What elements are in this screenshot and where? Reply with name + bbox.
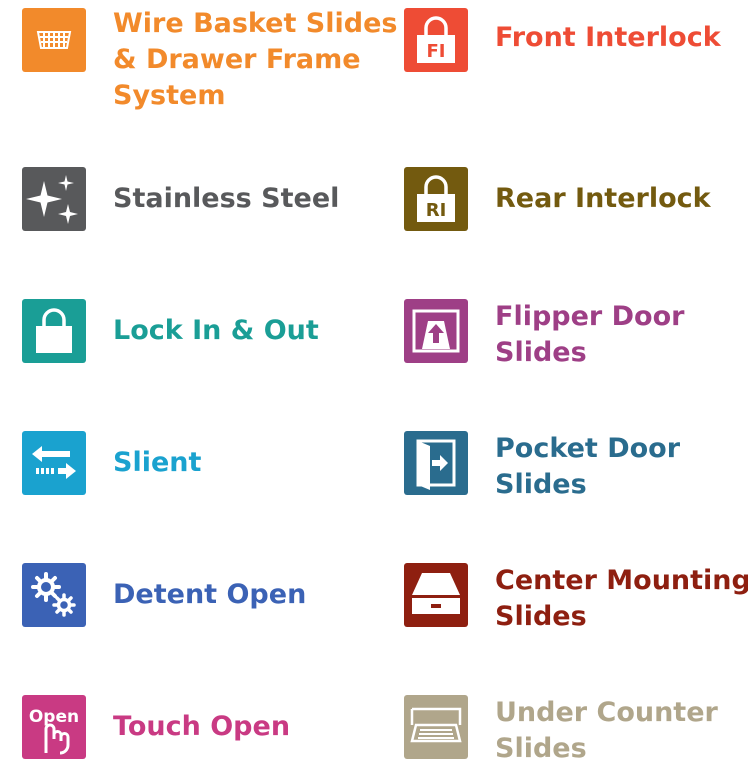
wire-basket-label: Wire Basket Slides & Drawer Frame System [113,8,398,111]
svg-text:FI: FI [427,41,446,62]
keyboard-tray-icon [404,695,468,759]
wire-basket-icon [22,8,86,72]
front-interlock-label: Front Interlock [495,22,721,53]
front-interlock-lock-icon: FI [404,8,468,72]
padlock-icon [22,299,86,363]
detent-open-label: Detent Open [113,579,307,610]
drawer-icon [404,563,468,627]
under-counter-label: Under Counter Slides [495,697,718,764]
stainless-steel-label: Stainless Steel [113,183,340,214]
arrows-icon [22,431,86,495]
rear-interlock-lock-icon: RI [404,167,468,231]
lock-in-out-label: Lock In & Out [113,315,319,346]
gears-icon [22,563,86,627]
touch-open-icon: Open [22,695,86,759]
pocket-door-label: Pocket Door Slides [495,433,681,500]
rear-interlock-label: Rear Interlock [495,183,711,214]
center-mounting-label: Center Mounting Slides [495,565,748,632]
touch-open-label: Touch Open [113,711,291,742]
svg-text:Open: Open [29,707,79,727]
slient-label: Slient [113,447,202,478]
flipper-door-label: Flipper Door Slides [495,301,685,368]
pocket-door-icon [404,431,468,495]
sparkle-icon [22,167,86,231]
flipper-door-icon [404,299,468,363]
svg-text:RI: RI [426,200,447,221]
